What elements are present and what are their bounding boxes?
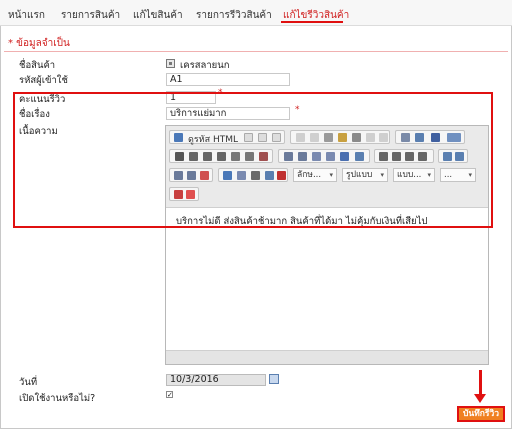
date-field[interactable]: 10/3/2016: [166, 374, 266, 386]
product-icon: [166, 59, 175, 68]
product-label: ชื่อสินค้า: [19, 60, 56, 71]
active-tab-underline: [281, 21, 343, 23]
enabled-label: เปิดใช้งานหรือไม่?: [19, 393, 96, 404]
user-id-field[interactable]: A1: [166, 73, 290, 86]
product-value: เครสลายนก: [180, 60, 230, 71]
editor-statusbar: [166, 350, 488, 364]
calendar-icon[interactable]: [269, 374, 279, 384]
user-label: รหัสผู้เข้าใช้: [19, 75, 68, 86]
required-note: * ข้อมูลจำเป็น: [8, 38, 70, 49]
editor-content-area[interactable]: บริการไม่ดี ส่งสินค้าช้ามาก สินค้าที่ได้…: [166, 209, 488, 349]
tab-home[interactable]: หน้าแรก: [8, 8, 45, 23]
date-label: วันที่: [19, 377, 38, 388]
tab-product-list[interactable]: รายการสินค้า: [61, 8, 120, 23]
divider: [4, 51, 508, 52]
enabled-checkbox[interactable]: ✓: [166, 391, 173, 399]
tab-edit-product[interactable]: แก้ไขสินค้า: [133, 8, 183, 23]
highlight-box: [13, 92, 493, 228]
tab-review-list[interactable]: รายการรีวิวสินค้า: [196, 8, 272, 23]
arrow-down-icon: [479, 370, 482, 396]
tab-bar: หน้าแรก รายการสินค้า แก้ไขสินค้า รายการร…: [0, 0, 512, 26]
arrow-head-icon: [474, 394, 486, 403]
save-review-button[interactable]: บันทึกรีวิว: [457, 406, 505, 422]
